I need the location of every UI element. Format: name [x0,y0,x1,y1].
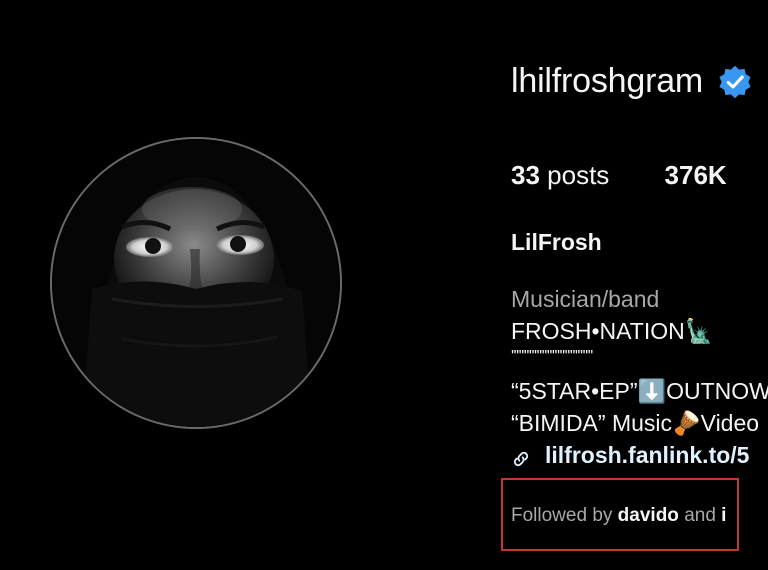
profile-avatar[interactable] [50,137,342,429]
verified-badge-icon [717,64,753,100]
category-label: Musician/band [511,286,660,312]
followed-by-prefix: Followed by [511,505,613,526]
username-row: lhilfroshgram [511,62,753,101]
avatar-image [52,139,340,427]
followed-by-suffix: and [684,505,716,526]
bio-line: '''''''''''''''''''''''''''''''' [511,348,593,365]
followed-by-next[interactable]: i [721,505,726,526]
posts-label: posts [547,160,610,190]
stats-row: 33 posts 376K [511,160,768,191]
bio-link-text: lilfrosh.fanlink.to/5 [545,442,750,468]
bio-link[interactable]: lilfrosh.fanlink.to/5 [511,439,768,471]
followers-count: 376K [664,160,727,190]
profile-page: lhilfroshgram 33 posts 376K LilFrosh Mus… [0,0,768,570]
link-icon [511,445,531,467]
followed-by-user[interactable]: davido [618,505,679,526]
followers-stat[interactable]: 376K [665,160,727,191]
username[interactable]: lhilfroshgram [511,62,703,101]
posts-count: 33 [511,160,540,190]
bio-line: FROSH•NATION🗽 [511,318,714,344]
display-name: LilFrosh [511,229,602,255]
bio-line: “BIMIDA” Music🪘Video [511,410,760,436]
bio-line: “5STAR•EP”⬇️OUTNOW [511,378,768,404]
followed-by[interactable]: Followed by davido and i [511,505,726,527]
posts-stat[interactable]: 33 posts [511,160,609,191]
bio: Musician/band FROSH•NATION🗽 ''''''''''''… [511,283,768,471]
profile-info: lhilfroshgram 33 posts 376K LilFrosh Mus… [511,0,768,570]
